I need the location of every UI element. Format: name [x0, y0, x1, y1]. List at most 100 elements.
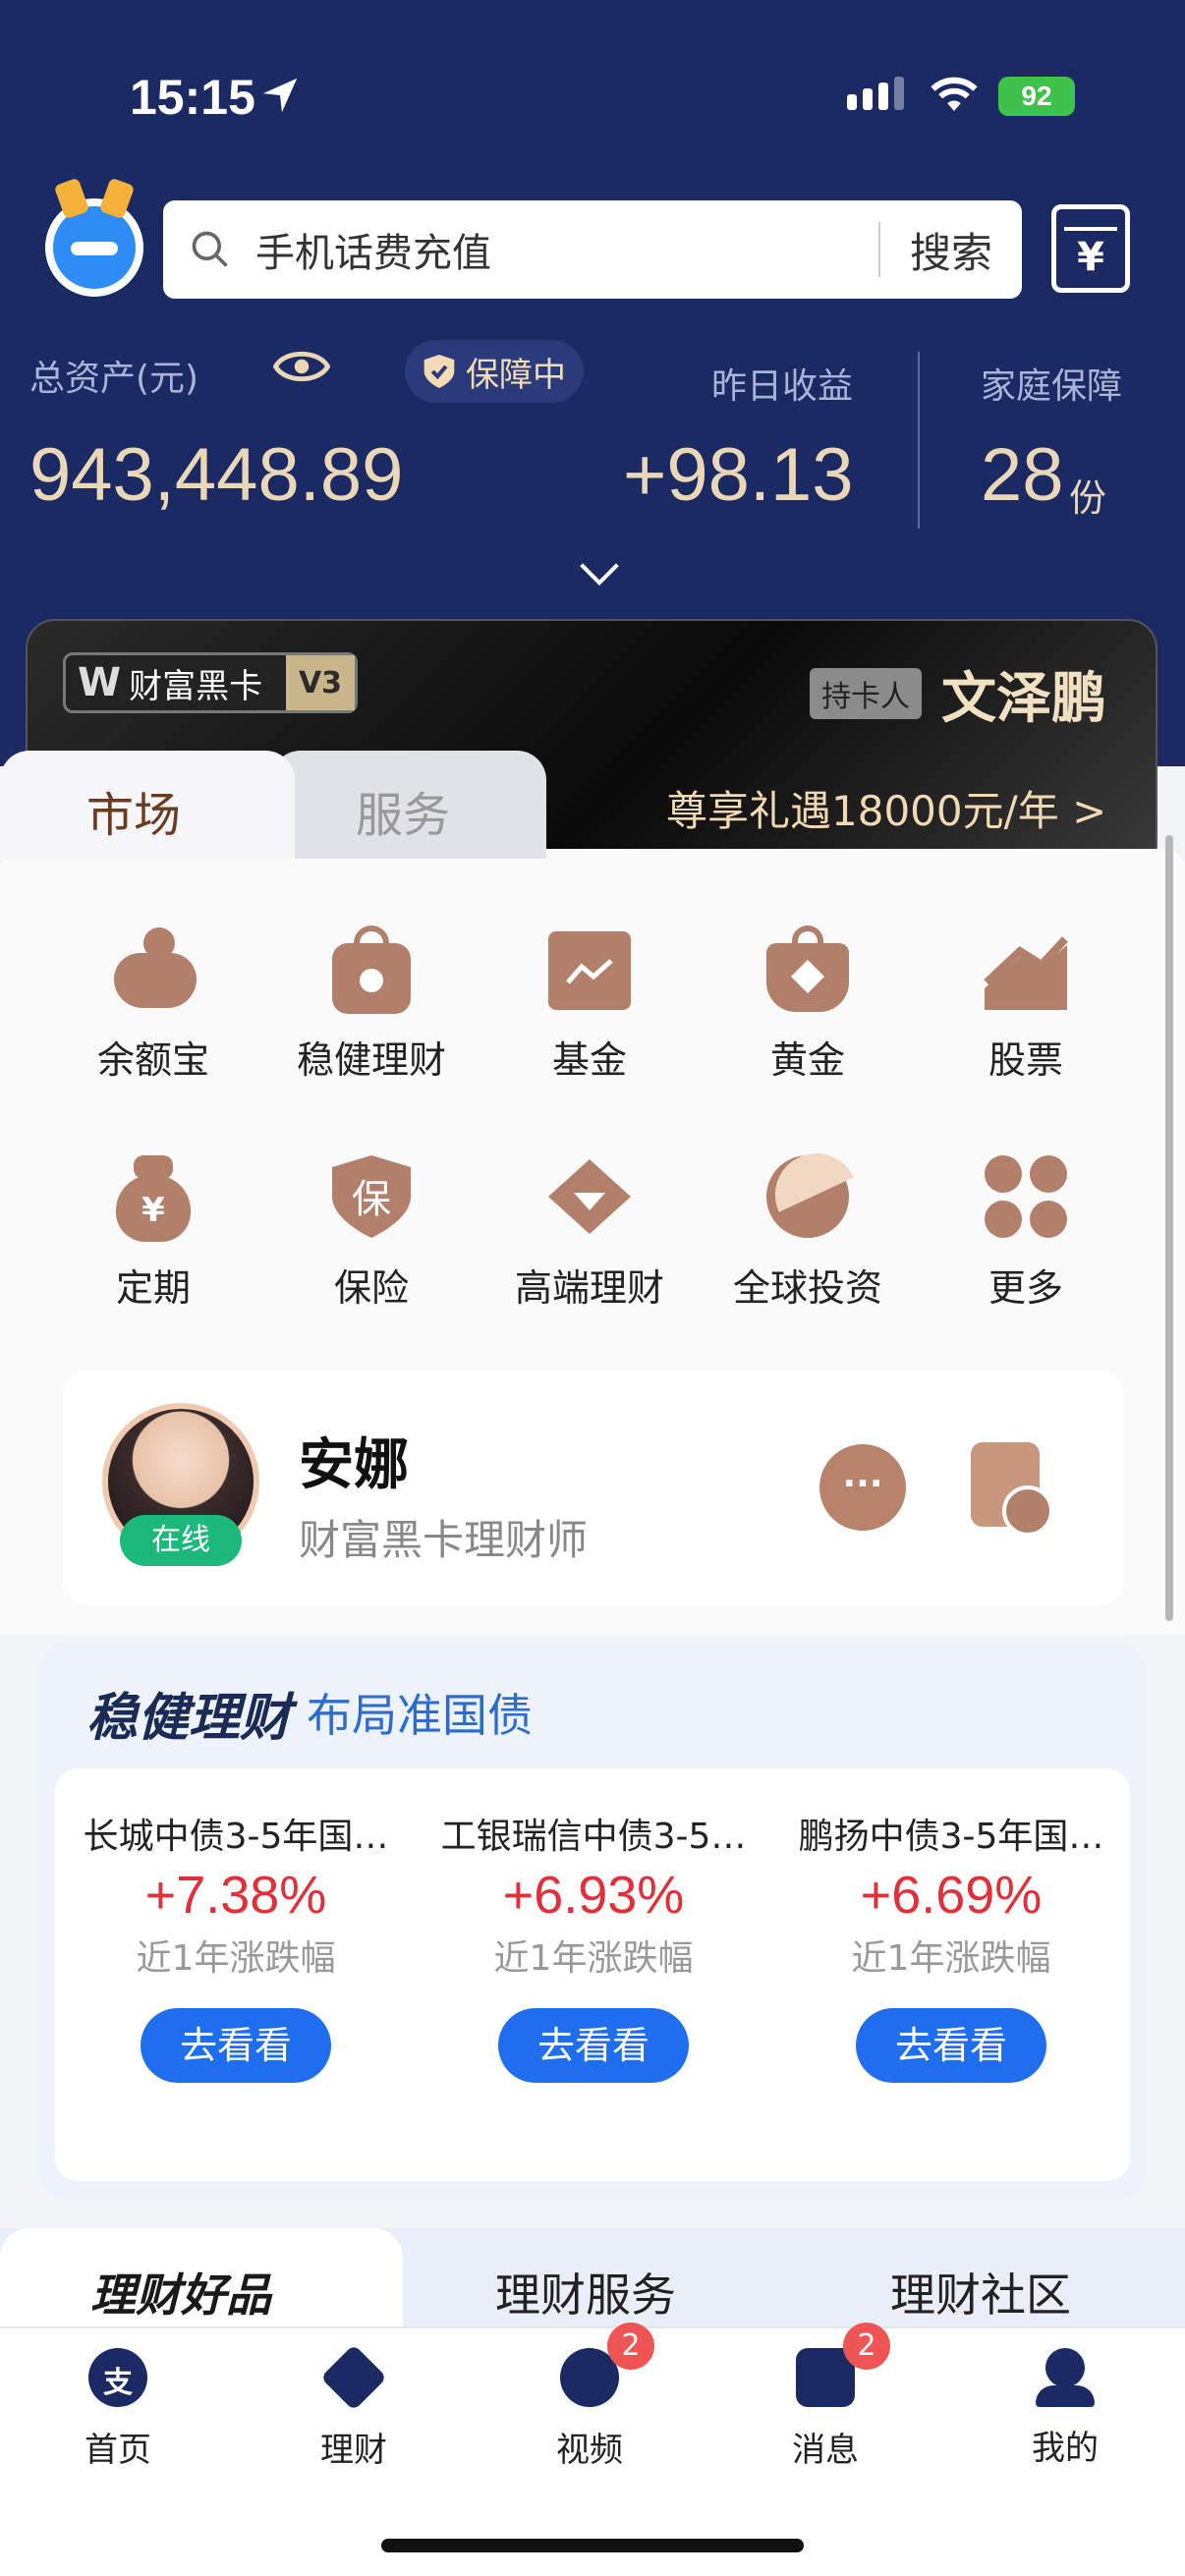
card-logo: W 财富黑卡 V3: [63, 652, 358, 713]
tabbar-mine[interactable]: 我的: [996, 2348, 1134, 2469]
grid-item-gold[interactable]: 黄金: [709, 924, 906, 1084]
view-button[interactable]: 去看看: [141, 2008, 331, 2083]
global-invest-icon: [762, 1140, 854, 1242]
tab-finance-service[interactable]: 理财服务: [495, 2260, 676, 2324]
tabbar-messages[interactable]: 2 消息: [757, 2323, 894, 2471]
yesterday-label: 昨日收益: [711, 366, 854, 407]
grid-label: 黄金: [769, 1038, 845, 1082]
tabbar-video[interactable]: 2 视频: [521, 2323, 658, 2471]
product-rate: +6.93%: [502, 1866, 685, 1925]
wifi-icon: [931, 77, 978, 111]
user-icon-body: [1036, 2385, 1095, 2407]
product-caption: 近1年涨跌幅: [851, 1938, 1051, 1979]
search-icon: [192, 231, 228, 267]
grid-label: 全球投资: [732, 1266, 882, 1310]
status-time: 15:15: [130, 70, 255, 125]
grid-item-premium-finance[interactable]: 高端理财: [491, 1151, 688, 1312]
home-icon: 支: [88, 2348, 147, 2407]
shield-icon: [423, 355, 455, 388]
tabbar-label: 首页: [85, 2431, 151, 2470]
product-name: 长城中债3-5年国…: [83, 1817, 389, 1857]
battery-indicator: 92: [998, 77, 1075, 116]
family-label: 家庭保障: [981, 366, 1123, 407]
tab-finance-community[interactable]: 理财社区: [890, 2260, 1071, 2324]
product-card[interactable]: 长城中债3-5年国… +7.38% 近1年涨跌幅 去看看: [69, 1808, 403, 2083]
phone-call-icon[interactable]: [971, 1442, 1053, 1537]
wallet-icon[interactable]: ¥: [1051, 204, 1130, 293]
eye-icon[interactable]: [273, 346, 330, 387]
product-card[interactable]: 工银瑞信中债3-5… +6.93% 近1年涨跌幅 去看看: [426, 1808, 761, 2083]
scrollbar[interactable]: [1165, 835, 1173, 1621]
finance-icon: [320, 2344, 387, 2411]
app-logo[interactable]: [45, 177, 143, 297]
grid-item-stock[interactable]: 股票: [928, 924, 1124, 1084]
grid-item-insurance[interactable]: 保 保险: [273, 1151, 470, 1312]
steady-finance-section: 稳健理财 布局准国债 长城中债3-5年国… +7.38% 近1年涨跌幅 去看看 …: [39, 1641, 1146, 2201]
grid-item-steady-finance[interactable]: 稳健理财: [273, 924, 470, 1084]
search-bar[interactable]: 手机话费充值 搜索: [163, 200, 1022, 299]
tabbar-label: 消息: [792, 2431, 859, 2470]
product-rate: +6.69%: [860, 1866, 1043, 1925]
tabbar-home[interactable]: 支 首页: [49, 2348, 187, 2471]
online-badge: 在线: [120, 1515, 242, 1566]
total-assets-value[interactable]: 943,448.89: [29, 432, 403, 518]
holder-tag: 持卡人: [810, 668, 922, 719]
product-card[interactable]: 鹏扬中债3-5年国… +6.69% 近1年涨跌幅 去看看: [784, 1808, 1118, 2083]
premium-finance-icon: [544, 1151, 635, 1242]
family-unit: 份: [1069, 476, 1107, 520]
product-name: 工银瑞信中债3-5…: [440, 1817, 747, 1857]
location-arrow-icon: [262, 78, 298, 113]
grid-label: 余额宝: [96, 1038, 209, 1082]
tab-service[interactable]: 服务: [356, 776, 450, 845]
yesterday-value[interactable]: +98.13: [623, 432, 854, 518]
video-icon: 2: [560, 2323, 654, 2407]
grid-label: 更多: [988, 1266, 1063, 1310]
fixed-term-icon: ¥: [108, 1151, 198, 1242]
product-list: 长城中债3-5年国… +7.38% 近1年涨跌幅 去看看 工银瑞信中债3-5… …: [55, 1768, 1130, 2181]
home-indicator[interactable]: [381, 2539, 804, 2552]
fund-icon: [544, 924, 635, 1014]
advisor-title: 财富黑卡理财师: [299, 1516, 589, 1564]
search-button[interactable]: 搜索: [880, 220, 1022, 280]
privilege-link[interactable]: 尊享礼遇18000元/年 >: [666, 778, 1106, 838]
tab-good-products[interactable]: 理财好品: [90, 2260, 271, 2324]
wallet-line: [1064, 227, 1117, 231]
chat-icon[interactable]: ···: [819, 1444, 906, 1531]
message-icon: 2: [796, 2323, 890, 2407]
signal-icon: [847, 77, 904, 110]
card-w-mark: W: [78, 660, 122, 705]
message-badge: 2: [843, 2323, 890, 2370]
grid-label: 基金: [551, 1038, 627, 1082]
logo-face: [71, 242, 118, 255]
grid-item-yuebao[interactable]: 余额宝: [55, 924, 252, 1084]
protection-badge[interactable]: 保障中: [405, 340, 584, 403]
product-name: 鹏扬中债3-5年国…: [798, 1817, 1104, 1857]
steady-finance-icon: [326, 924, 417, 1014]
stock-icon: [981, 924, 1071, 1014]
chevron-down-icon[interactable]: [578, 560, 621, 588]
card-brand: 财富黑卡: [129, 666, 263, 706]
video-badge: 2: [607, 2323, 654, 2370]
product-caption: 近1年涨跌幅: [493, 1938, 694, 1979]
grid-label: 定期: [115, 1266, 191, 1310]
grid-label: 稳健理财: [296, 1038, 446, 1082]
tabbar-finance[interactable]: 理财: [285, 2344, 423, 2471]
gold-icon: [762, 924, 853, 1014]
protection-text: 保障中: [466, 355, 566, 395]
grid-item-fund[interactable]: 基金: [491, 924, 688, 1084]
insurance-icon: 保: [326, 1151, 417, 1242]
more-icon: [981, 1151, 1071, 1242]
grid-item-fixed-term[interactable]: ¥ 定期: [55, 1151, 252, 1312]
svg-text:保: 保: [352, 1177, 391, 1222]
view-button[interactable]: 去看看: [498, 2008, 689, 2083]
search-input[interactable]: 手机话费充值: [255, 221, 878, 278]
family-value[interactable]: 28: [981, 432, 1064, 518]
grid-item-more[interactable]: 更多: [928, 1151, 1124, 1312]
view-button[interactable]: 去看看: [856, 2008, 1046, 2083]
section-title: 稳健理财: [86, 1689, 292, 1748]
section-subtitle[interactable]: 布局准国债: [307, 1680, 533, 1745]
advisor-card[interactable]: 在线 安娜 财富黑卡理财师 ···: [63, 1370, 1124, 1605]
tab-market[interactable]: 市场: [86, 776, 181, 845]
grid-item-global-invest[interactable]: 全球投资: [709, 1140, 906, 1312]
grid-label: 高端理财: [514, 1266, 664, 1310]
